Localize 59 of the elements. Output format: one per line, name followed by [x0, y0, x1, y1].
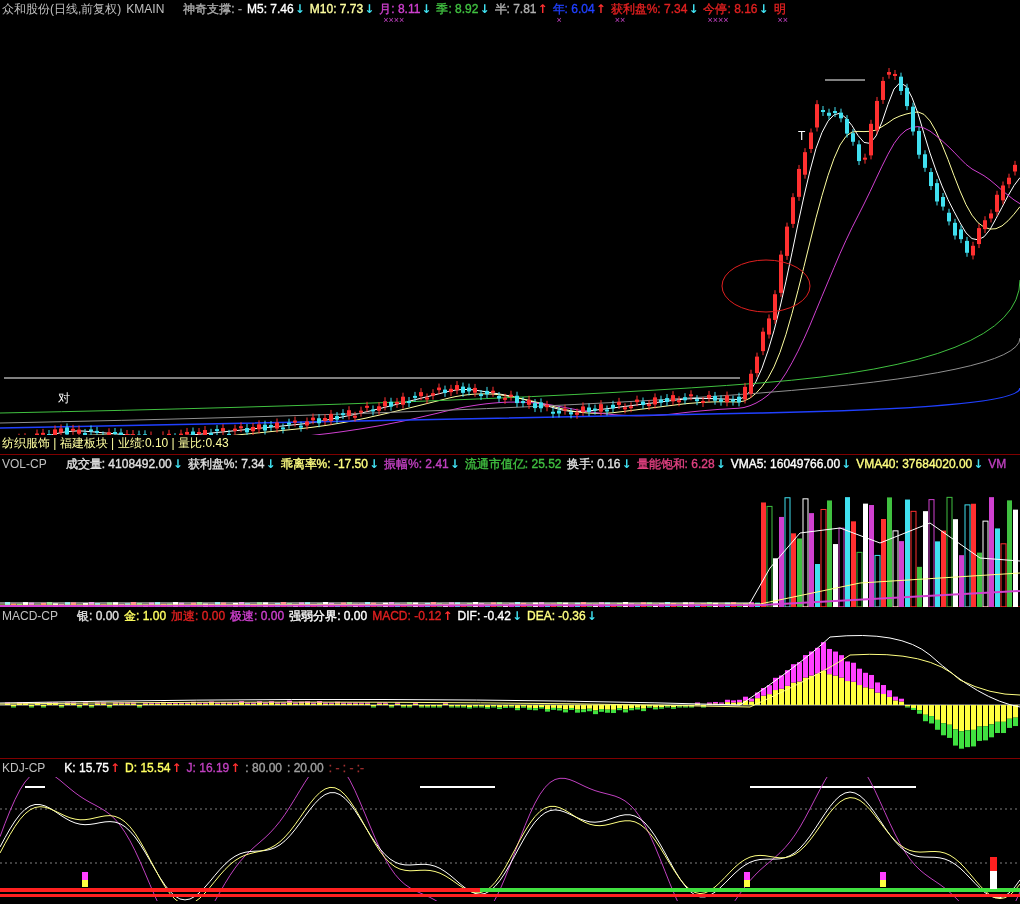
legend-value: : 20.00 — [287, 761, 324, 775]
legend-value: : - : - :- — [328, 761, 365, 775]
legend-value: 换手: 0.16 — [566, 455, 621, 473]
legend-value: 强弱分界: 0.00 — [289, 607, 368, 625]
trend-arrow: ↓ — [449, 457, 460, 471]
legend-value: D: 15.54 — [125, 761, 171, 775]
stock-title: 众和股份(日线,前复权) — [2, 0, 122, 18]
legend-value: DIF: -0.42 — [457, 609, 511, 623]
sector-info: 纺织服饰 | 福建板块 | 业绩:0.10 | 量比:0.43 — [1, 435, 230, 451]
trend-arrow: ↑ — [442, 609, 453, 623]
trend-arrow: ↑ — [230, 761, 241, 775]
indicator-name: VOL-CP — [2, 457, 47, 471]
trend-arrow: ↑ — [537, 2, 548, 16]
trend-arrow: ↓ — [265, 457, 276, 471]
legend-value: DEA: -0.36 — [527, 609, 586, 623]
legend-value: M10: 7.73 — [309, 2, 364, 16]
indicator-name: KMAIN — [126, 2, 165, 16]
trend-arrow: ↓ — [841, 457, 852, 471]
legend-value: 季: 8.92 — [436, 0, 479, 18]
trend-arrow: ↓ — [586, 609, 597, 623]
legend-value: 振幅%: 2.41 — [384, 455, 449, 473]
trend-arrow: ↑ — [171, 761, 182, 775]
trend-arrow: ↓ — [364, 2, 375, 16]
legend-value: 金: 1.00 — [124, 607, 167, 625]
trend-arrow: ↓ — [973, 457, 984, 471]
indicator-name: MACD-CP — [2, 609, 58, 623]
legend-value: J: 16.19 — [186, 761, 230, 775]
legend-value: 成交量: 4108492.00 — [65, 455, 172, 473]
trend-arrow: ↓ — [421, 2, 432, 16]
legend-value: 获利盘%: 7.34 — [187, 455, 265, 473]
trend-arrow: ↑ — [595, 2, 606, 16]
legend-value: VM — [988, 457, 1007, 471]
legend-value: 流通市值亿: 25.52 — [464, 455, 562, 473]
legend-value: 半: 7.81 — [494, 0, 537, 18]
trend-arrow: ↓ — [172, 457, 183, 471]
legend-value: M5: 7.46 — [247, 2, 294, 16]
trend-arrow: ↓ — [479, 2, 490, 16]
legend-value: MACD: -0.12 — [372, 609, 442, 623]
trend-arrow: ↓ — [368, 457, 380, 471]
chart-label: 对 — [58, 391, 70, 405]
trend-arrow: ↓ — [688, 2, 699, 16]
legend-value: VMA40: 37684020.00 — [856, 457, 973, 471]
legend-value: VMA5: 16049766.00 — [730, 457, 841, 471]
legend-value: : 80.00 — [245, 761, 282, 775]
legend-value: 银: 0.00 — [77, 607, 120, 625]
trend-arrow: ↓ — [511, 609, 522, 623]
legend-value: 极速: 0.00 — [230, 607, 285, 625]
trend-arrow: ↓ — [621, 457, 632, 471]
trend-arrow: ↓ — [294, 2, 305, 16]
trend-arrow: ↑ — [110, 761, 121, 775]
chart-label: T — [798, 129, 806, 143]
legend-value: 神奇支撑: - — [183, 0, 242, 18]
indicator-name: KDJ-CP — [2, 761, 46, 775]
trend-arrow: ↓ — [758, 2, 769, 16]
legend-value: 量能饱和: 6.28 — [636, 455, 715, 473]
legend-value: K: 15.75 — [64, 761, 110, 775]
trend-arrow: ↓ — [715, 457, 726, 471]
legend-value: 加速: 0.00 — [171, 607, 226, 625]
legend-value: 乖离率%: -17.50 — [280, 455, 368, 473]
